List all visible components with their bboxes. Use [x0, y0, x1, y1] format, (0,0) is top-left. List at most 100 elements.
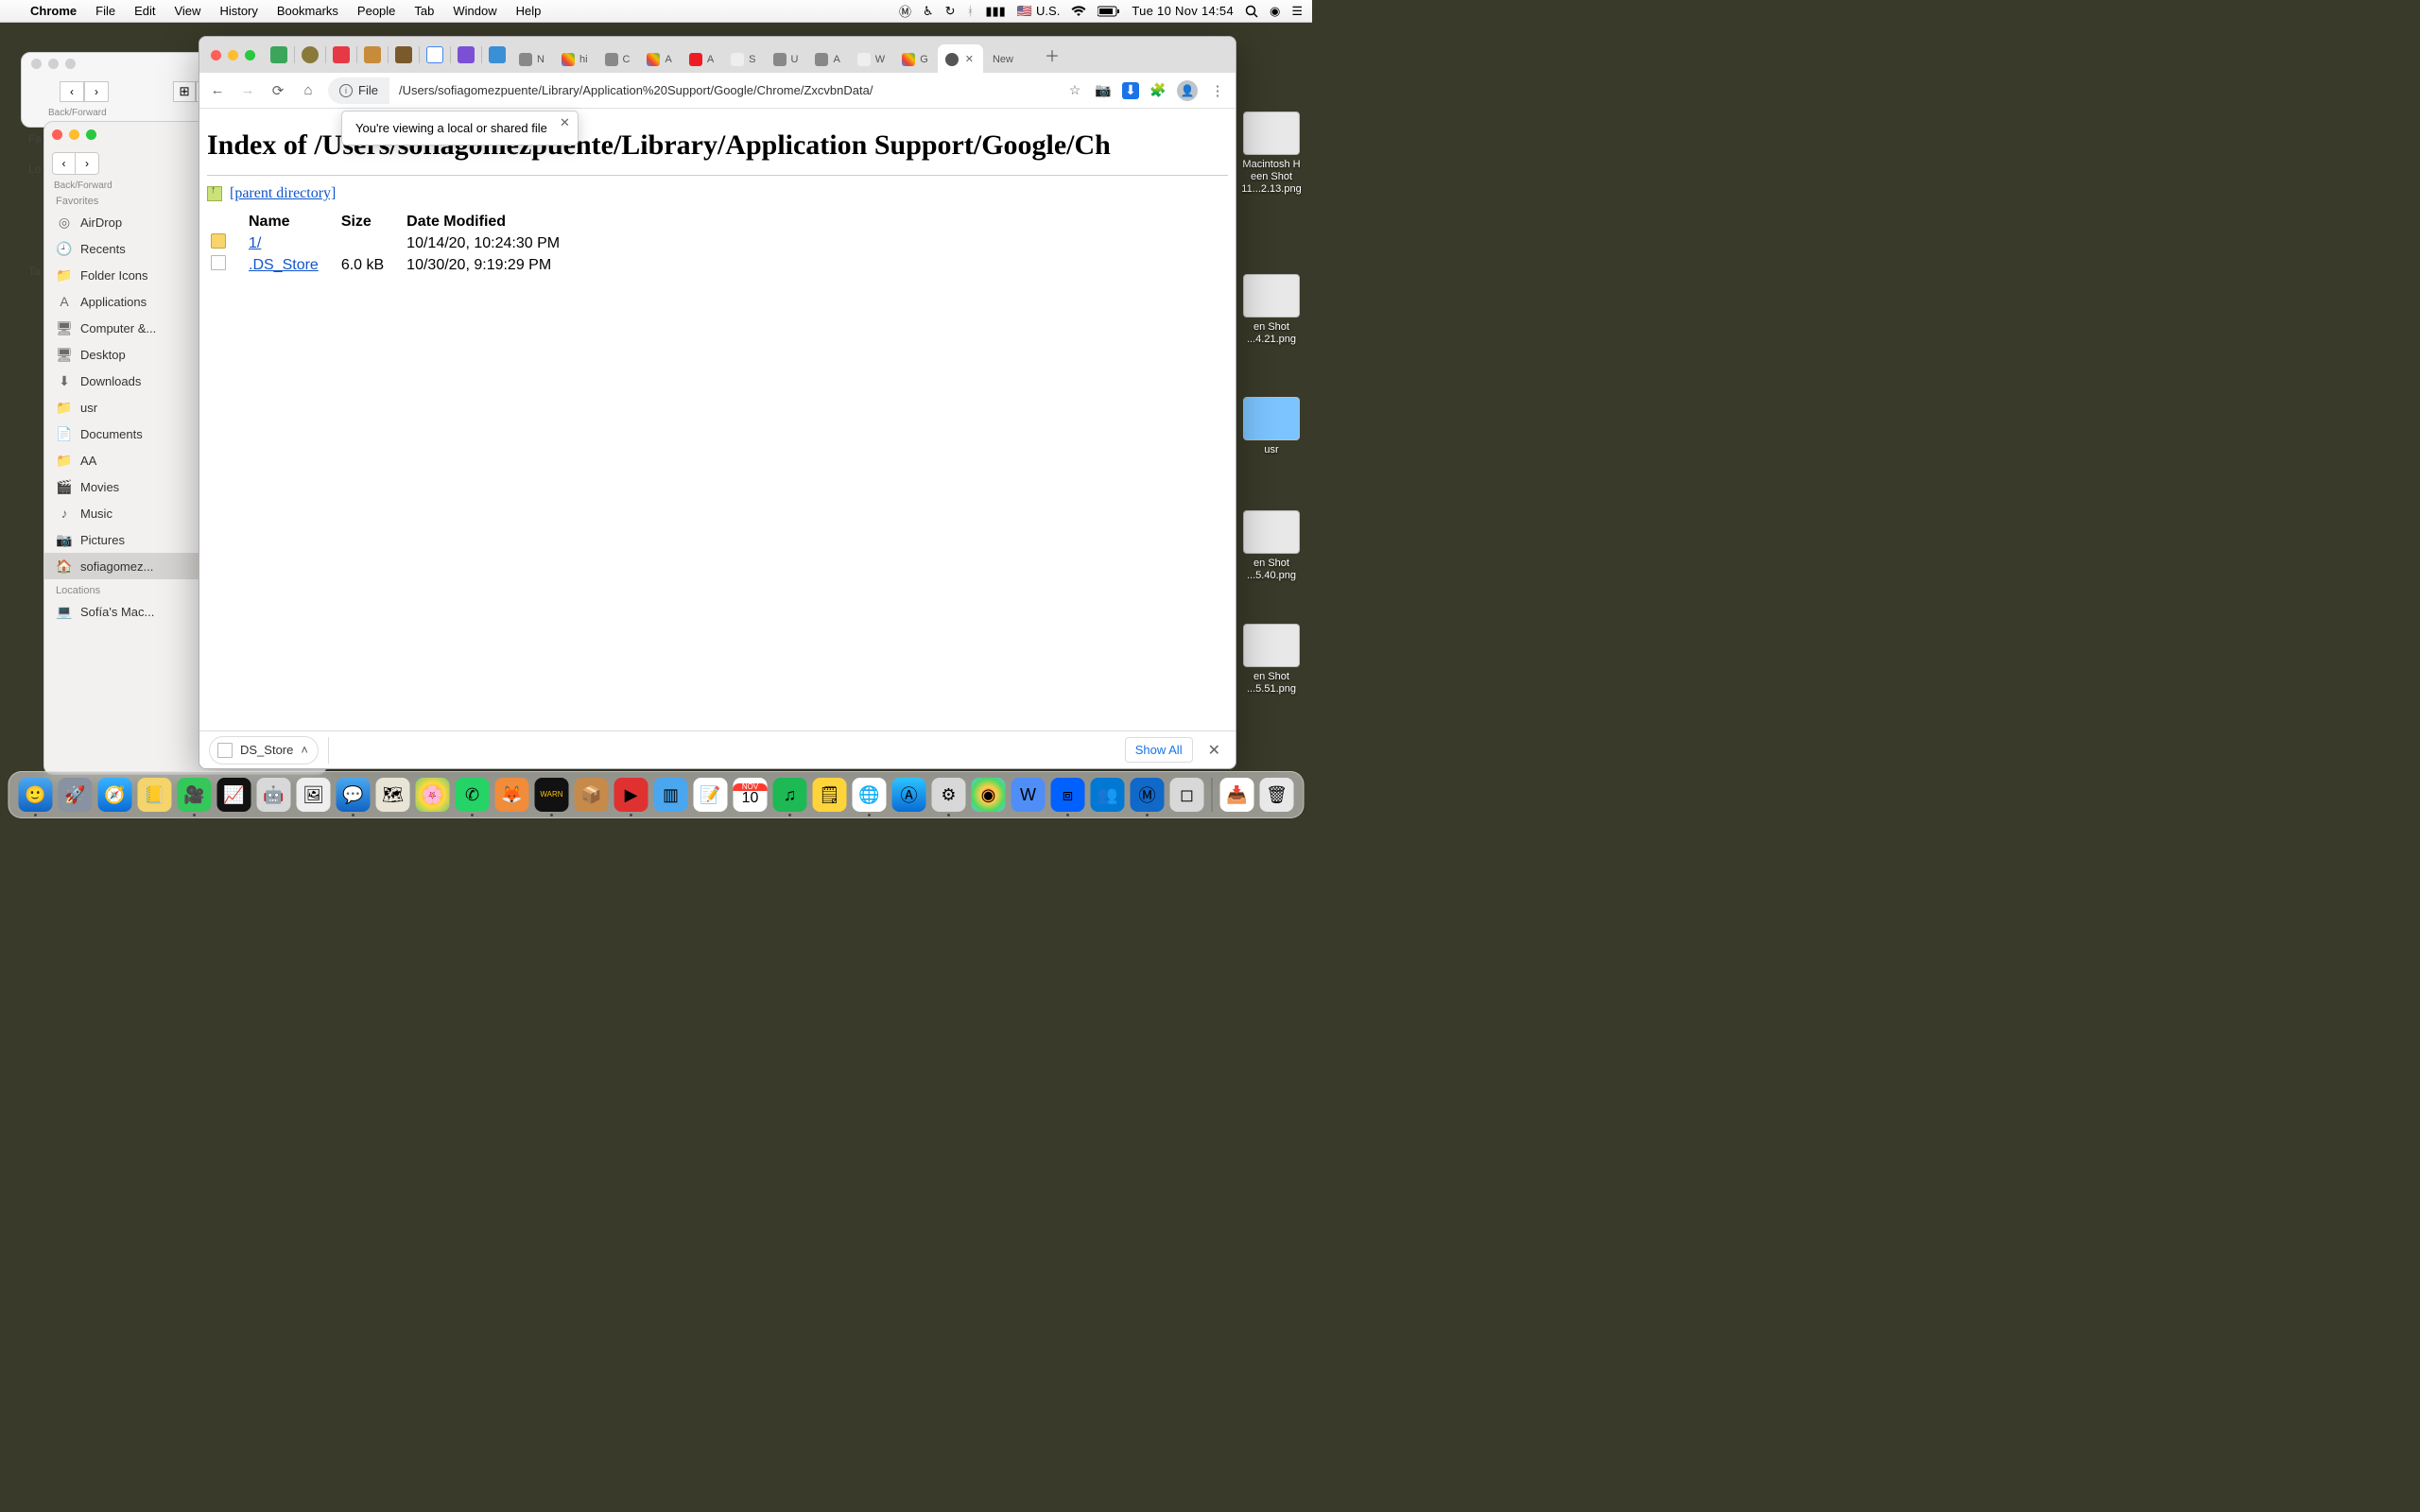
- tab-active[interactable]: ✕: [938, 44, 983, 73]
- console-dock-icon[interactable]: WARN: [535, 778, 569, 812]
- forward-button[interactable]: ›: [84, 81, 109, 102]
- spotlight-icon[interactable]: [1245, 5, 1258, 18]
- menu-edit[interactable]: Edit: [125, 4, 164, 18]
- system-prefs-dock-icon[interactable]: ⚙: [932, 778, 966, 812]
- show-all-downloads-button[interactable]: Show All: [1125, 737, 1193, 763]
- menu-people[interactable]: People: [348, 4, 405, 18]
- forward-button[interactable]: →: [237, 80, 258, 101]
- input-source[interactable]: 🇺🇸U.S.: [1017, 4, 1060, 19]
- chevron-up-icon[interactable]: ˄: [301, 743, 308, 757]
- close-button[interactable]: [52, 129, 62, 140]
- trello-dock-icon[interactable]: ▥: [654, 778, 688, 812]
- back-button[interactable]: ←: [207, 80, 228, 101]
- activity-monitor-dock-icon[interactable]: 📈: [217, 778, 251, 812]
- menu-bookmarks[interactable]: Bookmarks: [268, 4, 348, 18]
- menu-window[interactable]: Window: [443, 4, 506, 18]
- express-vpn-dock-icon[interactable]: ▶: [614, 778, 648, 812]
- safari-dock-icon[interactable]: 🧭: [98, 778, 132, 812]
- menu-view[interactable]: View: [164, 4, 210, 18]
- siri-icon[interactable]: ◉: [1270, 4, 1280, 19]
- box-dock-icon[interactable]: 📦: [575, 778, 609, 812]
- ext-icon[interactable]: [458, 46, 475, 63]
- timemachine-icon[interactable]: ↻: [945, 4, 956, 19]
- tab[interactable]: hi: [554, 44, 596, 73]
- whatsapp-dock-icon[interactable]: ✆: [456, 778, 490, 812]
- maps-dock-icon[interactable]: 🗺: [376, 778, 410, 812]
- minimize-button[interactable]: [69, 129, 79, 140]
- close-downloads-shelf-icon[interactable]: ✕: [1202, 737, 1226, 764]
- battery-menubar-icon[interactable]: ▮▮▮: [985, 4, 1005, 19]
- download-ext-icon[interactable]: ⬇: [1122, 82, 1139, 99]
- desktop-file-1[interactable]: Macintosh H een Shot 11...2.13.png: [1238, 112, 1305, 197]
- desktop-file-4[interactable]: en Shot ...5.51.png: [1238, 624, 1305, 696]
- desktop-file-3[interactable]: en Shot ...5.40.png: [1238, 510, 1305, 582]
- omnibox[interactable]: i File /Users/sofiagomezpuente/Library/A…: [328, 77, 1056, 104]
- back-button[interactable]: ‹: [53, 153, 76, 174]
- malwarebytes-dock-icon[interactable]: Ⓜ: [1131, 778, 1165, 812]
- chrome-dock-icon[interactable]: 🌐: [853, 778, 887, 812]
- notes-dock-icon[interactable]: 🗒: [813, 778, 847, 812]
- menu-file[interactable]: File: [86, 4, 125, 18]
- messages-dock-icon[interactable]: 💬: [337, 778, 371, 812]
- camera-icon[interactable]: 📷: [1094, 81, 1113, 100]
- tab[interactable]: New: [985, 44, 1038, 73]
- url-scheme-chip[interactable]: i File: [328, 77, 389, 104]
- back-button[interactable]: ‹: [60, 81, 84, 102]
- tab[interactable]: A: [682, 44, 721, 73]
- trash-icon[interactable]: 🗑: [1260, 778, 1294, 812]
- zoom-button[interactable]: [86, 129, 96, 140]
- facetime-dock-icon[interactable]: 🎥: [178, 778, 212, 812]
- menu-help[interactable]: Help: [507, 4, 551, 18]
- tab[interactable]: W: [850, 44, 892, 73]
- finder-dock-icon[interactable]: 🙂: [19, 778, 53, 812]
- automator-dock-icon[interactable]: 🤖: [257, 778, 291, 812]
- battery-icon[interactable]: [1098, 6, 1120, 17]
- app-name[interactable]: Chrome: [21, 4, 86, 18]
- downloads-stack-icon[interactable]: 📥: [1220, 778, 1254, 812]
- file-link[interactable]: .DS_Store: [249, 257, 319, 273]
- launchpad-dock-icon[interactable]: 🚀: [59, 778, 93, 812]
- preview-dock-icon[interactable]: 🖼: [297, 778, 331, 812]
- tab[interactable]: S: [723, 44, 763, 73]
- desktop-file-2[interactable]: en Shot ...4.21.png: [1238, 274, 1305, 346]
- extensions-puzzle-icon[interactable]: 🧩: [1149, 81, 1167, 100]
- forward-button[interactable]: ›: [76, 153, 98, 174]
- tab[interactable]: A: [639, 44, 679, 73]
- profile-avatar[interactable]: 👤: [1177, 80, 1198, 101]
- tab[interactable]: A: [807, 44, 847, 73]
- star-bookmark-icon[interactable]: ☆: [1065, 81, 1084, 100]
- ext-icon[interactable]: [489, 46, 506, 63]
- menu-tab[interactable]: Tab: [405, 4, 443, 18]
- minimize-button[interactable]: [48, 59, 59, 69]
- zoom-button[interactable]: [245, 50, 255, 60]
- menu-history[interactable]: History: [210, 4, 267, 18]
- new-tab-button[interactable]: ＋: [1040, 43, 1064, 67]
- accessibility-icon[interactable]: ♿︎: [923, 4, 934, 19]
- heart-icon[interactable]: [333, 46, 350, 63]
- ext-icon[interactable]: [364, 46, 381, 63]
- close-button[interactable]: [211, 50, 221, 60]
- tab[interactable]: U: [766, 44, 806, 73]
- color-wheel-dock-icon[interactable]: ◉: [972, 778, 1006, 812]
- parent-directory-link[interactable]: [parent directory]: [230, 185, 336, 202]
- word-dock-icon[interactable]: W: [1011, 778, 1046, 812]
- malwarebytes-icon[interactable]: Ⓜ: [899, 2, 911, 20]
- ext-icon[interactable]: [302, 46, 319, 63]
- finder-window-background[interactable]: ‹ › Back/Forward ⊞ ≡ Vie: [21, 52, 229, 128]
- tab[interactable]: G: [894, 44, 936, 73]
- minimize-button[interactable]: [228, 50, 238, 60]
- stickies-dock-icon[interactable]: 📒: [138, 778, 172, 812]
- notification-center-icon[interactable]: ☰: [1291, 4, 1303, 19]
- reload-button[interactable]: ⟳: [268, 80, 288, 101]
- bluetooth-icon[interactable]: ᚼ: [967, 4, 975, 18]
- menubar-clock[interactable]: Tue 10 Nov 14:54: [1132, 4, 1234, 18]
- appstore-dock-icon[interactable]: Ⓐ: [892, 778, 926, 812]
- dropbox-dock-icon[interactable]: ⧈: [1051, 778, 1085, 812]
- tab-close-icon[interactable]: ✕: [963, 53, 976, 65]
- close-button[interactable]: [31, 59, 42, 69]
- ext-icon[interactable]: [395, 46, 412, 63]
- ext-icon[interactable]: [426, 46, 443, 63]
- wifi-icon[interactable]: [1071, 6, 1086, 17]
- teams-dock-icon[interactable]: 👥: [1091, 778, 1125, 812]
- ext-icon[interactable]: [270, 46, 287, 63]
